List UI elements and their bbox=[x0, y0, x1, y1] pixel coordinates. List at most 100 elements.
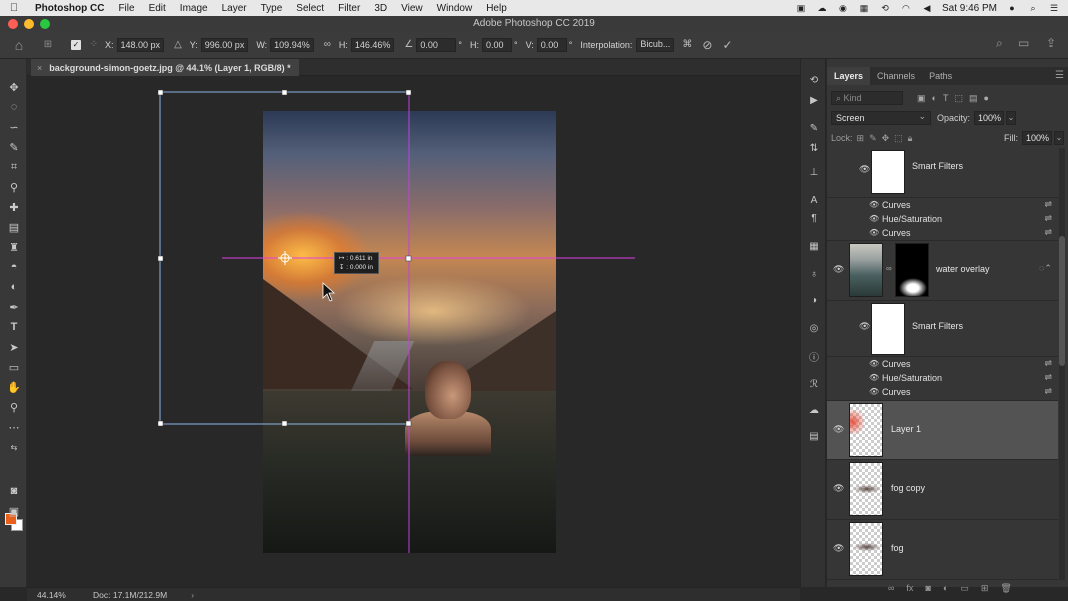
minimize-window-button[interactable] bbox=[24, 18, 34, 29]
info-panel-icon[interactable]: ⓘ bbox=[806, 349, 822, 364]
actions-panel-icon[interactable]: ▶ bbox=[806, 93, 822, 107]
filter-row[interactable]: 👁︎ Curves ⇌ bbox=[827, 385, 1058, 401]
apple-icon[interactable]:  bbox=[0, 2, 28, 14]
layer-thumbnail[interactable] bbox=[849, 243, 883, 297]
swatches-panel-icon[interactable]: ▦ bbox=[806, 239, 822, 253]
home-icon[interactable]: ⌂ bbox=[7, 35, 31, 55]
reference-point-crosshair-icon[interactable] bbox=[278, 251, 292, 265]
workspace-icon[interactable]: ▭ bbox=[1018, 36, 1029, 50]
default-colors-icon[interactable]: ⇆ bbox=[5, 439, 23, 455]
path-selection-tool-icon[interactable]: ➤ bbox=[5, 339, 23, 355]
warp-icon[interactable]: ⌘ bbox=[682, 39, 692, 50]
menu-window[interactable]: Window bbox=[430, 3, 480, 14]
filter-eye-icon[interactable]: 👁︎ bbox=[869, 373, 879, 382]
zoom-window-button[interactable] bbox=[40, 18, 50, 29]
filter-eye-icon[interactable]: 👁︎ bbox=[869, 200, 879, 209]
character-panel-icon[interactable]: A bbox=[806, 193, 822, 207]
screen-mode-icon[interactable]: ▣ bbox=[5, 503, 23, 519]
layer-thumbnail[interactable] bbox=[849, 403, 883, 457]
lock-transparency-icon[interactable]: ⊞ bbox=[857, 133, 865, 144]
zoom-level[interactable]: 44.14% bbox=[37, 590, 77, 600]
smart-filter-mask-thumbnail[interactable] bbox=[871, 150, 905, 194]
layer-name[interactable]: Layer 1 bbox=[891, 424, 921, 434]
opacity-dropdown-icon[interactable]: ⌄ bbox=[1006, 111, 1017, 125]
reference-point-icon[interactable]: ⊞ bbox=[39, 39, 57, 50]
type-tool-icon[interactable]: T bbox=[5, 319, 23, 335]
canvas-area[interactable]: ↦ : 0.611 in ↧ : 0.000 in bbox=[27, 77, 800, 587]
new-adjustment-layer-icon[interactable]: ◐ bbox=[943, 583, 948, 594]
menu-type[interactable]: Type bbox=[254, 3, 290, 14]
lock-artboard-icon[interactable]: ⬚ bbox=[894, 133, 903, 144]
more-tools-icon[interactable]: ⋯ bbox=[5, 419, 23, 435]
properties-panel-icon[interactable]: ⊥ bbox=[806, 165, 822, 179]
filter-toggle-icon[interactable]: ● bbox=[983, 93, 988, 104]
transform-handle-bottom-left[interactable] bbox=[157, 420, 164, 427]
brush-tool-icon[interactable]: ▤ bbox=[5, 219, 23, 235]
filter-row[interactable]: 👁︎ Curves ⇌ bbox=[827, 357, 1058, 371]
quick-selection-tool-icon[interactable]: ✎ bbox=[5, 139, 23, 155]
filter-row[interactable]: 👁︎ Hue/Saturation ⇌ bbox=[827, 212, 1058, 226]
screen-record-icon[interactable]: ▣ bbox=[795, 3, 807, 13]
adjustments-panel-icon[interactable]: ⇅ bbox=[806, 141, 822, 155]
menu-help[interactable]: Help bbox=[479, 3, 514, 14]
menu-view[interactable]: View bbox=[394, 3, 430, 14]
v-skew-field[interactable]: 0.00 bbox=[536, 37, 567, 52]
share-icon[interactable]: ⇪ bbox=[1046, 36, 1056, 50]
cancel-transform-icon[interactable]: ⊘ bbox=[702, 38, 712, 52]
tab-paths[interactable]: Paths bbox=[922, 67, 959, 85]
search-icon[interactable]: ⌕ bbox=[996, 36, 1003, 51]
filter-row[interactable]: 👁︎ Curves ⇌ bbox=[827, 198, 1058, 212]
filter-blending-options-icon[interactable]: ⇌ bbox=[1044, 213, 1052, 224]
rotate-field[interactable]: 0.00 bbox=[416, 37, 457, 52]
marquee-tool-icon[interactable]: ◌ bbox=[5, 99, 23, 115]
menu-layer[interactable]: Layer bbox=[215, 3, 254, 14]
lock-pixels-icon[interactable]: ✎ bbox=[869, 133, 877, 144]
filter-row[interactable]: 👁︎ Hue/Saturation ⇌ bbox=[827, 371, 1058, 385]
cc-libraries-icon[interactable]: ☁ bbox=[806, 403, 822, 417]
filter-smart-object-icon[interactable]: ▤ bbox=[969, 93, 978, 104]
new-layer-icon[interactable]: ⊞ bbox=[981, 583, 989, 594]
menu-filter[interactable]: Filter bbox=[331, 3, 367, 14]
menubar-clock[interactable]: Sat 9:46 PM bbox=[942, 3, 997, 14]
transform-handle-left[interactable] bbox=[157, 255, 164, 262]
layer-row-water-overlay[interactable]: 👁︎ ∞ water overlay ◌⌃ bbox=[827, 241, 1058, 301]
add-layer-style-icon[interactable]: fx bbox=[906, 583, 913, 594]
layers-scrollbar[interactable] bbox=[1059, 148, 1065, 580]
eyedropper-tool-icon[interactable]: ⚲ bbox=[5, 179, 23, 195]
transform-handle-top-right[interactable] bbox=[405, 89, 412, 96]
timeline-panel-icon[interactable]: ▤ bbox=[806, 429, 822, 443]
delete-layer-icon[interactable]: 🗑︎ bbox=[1000, 583, 1011, 594]
visibility-eye-icon[interactable]: 👁︎ bbox=[833, 424, 844, 435]
glyphs-panel-icon[interactable]: ℛ bbox=[806, 377, 822, 391]
filter-blending-options-icon[interactable]: ⇌ bbox=[1044, 358, 1052, 369]
smart-filters-row[interactable]: 👁︎ Smart Filters bbox=[827, 301, 1058, 357]
history-panel-icon[interactable]: ⟲ bbox=[806, 73, 822, 87]
delta-icon[interactable]: △ bbox=[174, 39, 182, 50]
layer-row-fog-copy[interactable]: 👁︎ fog copy bbox=[827, 460, 1058, 520]
volume-icon[interactable]: ◀ bbox=[921, 3, 933, 13]
transform-handle-bottom-right[interactable] bbox=[405, 420, 412, 427]
status-menu-arrow[interactable]: › bbox=[191, 590, 194, 600]
pen-tool-icon[interactable]: ✒ bbox=[5, 299, 23, 315]
smart-filter-mask-thumbnail[interactable] bbox=[871, 303, 905, 355]
wifi-icon[interactable]: ◠ bbox=[900, 3, 912, 13]
filter-eye-icon[interactable]: 👁︎ bbox=[869, 359, 879, 368]
add-mask-icon[interactable]: ◙ bbox=[925, 583, 930, 594]
healing-brush-tool-icon[interactable]: ✚ bbox=[5, 199, 23, 215]
layer-thumbnail[interactable] bbox=[849, 462, 883, 516]
user-icon[interactable]: ● bbox=[1006, 3, 1018, 13]
filter-eye-icon[interactable]: 👁︎ bbox=[869, 228, 879, 237]
menu-app-name[interactable]: Photoshop CC bbox=[28, 3, 111, 14]
layer-name[interactable]: fog copy bbox=[891, 483, 925, 493]
fill-field[interactable]: 100% bbox=[1022, 131, 1052, 145]
blend-mode-select[interactable]: Screen bbox=[831, 110, 931, 125]
siri-icon[interactable]: ◉ bbox=[837, 3, 849, 13]
new-group-icon[interactable]: ▭ bbox=[960, 583, 969, 594]
zoom-tool-icon[interactable]: ⚲ bbox=[5, 399, 23, 415]
panel-menu-icon[interactable]: ☰ bbox=[1055, 70, 1064, 81]
clone-stamp-tool-icon[interactable]: ♜ bbox=[5, 239, 23, 255]
move-tool-icon[interactable]: ✥ bbox=[5, 79, 23, 95]
filter-blending-options-icon[interactable]: ⇌ bbox=[1044, 227, 1052, 238]
filter-eye-icon[interactable]: 👁︎ bbox=[869, 387, 879, 396]
menu-select[interactable]: Select bbox=[289, 3, 331, 14]
